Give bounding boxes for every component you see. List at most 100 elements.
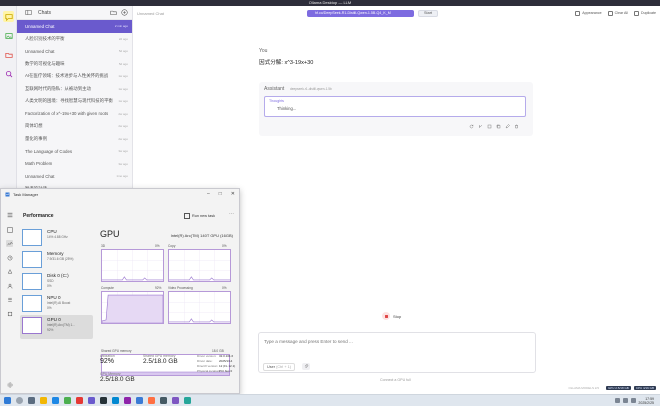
chat-date: 1mo ago (116, 174, 128, 179)
clear-all-button[interactable]: Clear All (608, 11, 628, 16)
chat-date: 2w ago (118, 136, 128, 141)
square-icon (487, 124, 491, 128)
vscode-icon[interactable] (112, 397, 119, 404)
startup-apps-icon[interactable] (6, 268, 13, 275)
battery-icon[interactable] (631, 398, 636, 403)
taskbar-clock[interactable]: 17:59 2025/2/25 (638, 397, 654, 405)
app-icon-grey[interactable] (160, 397, 167, 404)
maximize-button[interactable]: □ (219, 191, 222, 197)
chat-list-item[interactable]: 数学的可视化与趣味 5d ago (17, 58, 132, 71)
search-rail-button[interactable] (3, 68, 14, 79)
run-new-task-button[interactable]: Run new task (184, 213, 215, 219)
app-icon-red[interactable] (76, 397, 83, 404)
device-item[interactable]: Disk 0 (C:) SSD 0% (20, 271, 93, 295)
terminal-icon[interactable] (100, 397, 107, 404)
chrome-icon[interactable] (64, 397, 71, 404)
info-value: PCI bus 0 (219, 369, 233, 373)
chat-date: 2d ago (118, 36, 128, 41)
app-icon-teal[interactable] (184, 397, 191, 404)
files-rail-button[interactable] (3, 49, 14, 60)
app-icon-magenta[interactable] (124, 397, 131, 404)
app-icon-violet[interactable] (172, 397, 179, 404)
app-icon-orange[interactable] (148, 397, 155, 404)
chat-date: 2 min ago (114, 24, 128, 29)
users-icon[interactable] (6, 282, 13, 289)
chat-list-item[interactable]: 互联网时代的隐私：从被动到主动 1w ago (17, 83, 132, 96)
device-thumbnail-graph (22, 317, 42, 334)
trash-icon (514, 124, 518, 128)
more-options-button[interactable]: ⋯ (229, 211, 234, 217)
stop-gen-button[interactable] (486, 123, 492, 129)
chat-rail-button[interactable] (3, 11, 14, 22)
new-chat-button[interactable] (121, 9, 128, 16)
edge-browser-icon[interactable] (52, 397, 59, 404)
file-explorer-icon[interactable] (40, 397, 47, 404)
windows-start-icon[interactable] (4, 397, 11, 404)
branch-button[interactable] (477, 123, 483, 129)
minimize-button[interactable]: – (207, 191, 210, 197)
edit-button[interactable] (504, 123, 510, 129)
message-input[interactable] (259, 333, 535, 351)
device-item[interactable]: NPU 0 Intel(R) AI Boost 0% (20, 293, 93, 317)
plus-icon (121, 9, 128, 16)
task-manager-titlebar[interactable]: Task Manager – □ ✕ (1, 189, 239, 199)
chat-list-item[interactable]: 人脸识别技术的平衡 2d ago (17, 33, 132, 46)
message-composer: User (Ctrl + 1) (258, 332, 536, 373)
task-view-icon[interactable] (28, 397, 35, 404)
engine-graph-label[interactable]: Video Processing (168, 286, 193, 290)
device-item[interactable]: CPU 14% 4.88 GHz (20, 227, 93, 251)
chat-list-item[interactable]: Unnamed Chat 5d ago (17, 45, 132, 58)
chat-list-item[interactable]: 人类文明的困境：寻找智慧与现代科技的平衡 1w ago (17, 95, 132, 108)
close-button[interactable]: ✕ (231, 191, 235, 197)
chat-list-item[interactable]: Math Problem 3w ago (17, 158, 132, 171)
stop-button[interactable]: Stop (382, 312, 401, 320)
engine-graph-label[interactable]: 3D (101, 244, 105, 248)
sidebar-header: Chats (17, 6, 132, 20)
details-icon[interactable] (6, 296, 13, 303)
role-label: User (267, 365, 276, 369)
attach-button[interactable] (302, 363, 310, 370)
chat-list-item[interactable]: 简体幻想 2w ago (17, 120, 132, 133)
engine-graph-label[interactable]: Copy (168, 244, 175, 248)
duplicate-button[interactable]: Duplicate (634, 11, 656, 16)
chat-list-item[interactable]: AI在医疗领域：技术进步与人性关怀的挑战 1w ago (17, 70, 132, 83)
role-selector[interactable]: User (Ctrl + 1) (263, 363, 295, 371)
chat-list-item[interactable]: Unnamed Chat 1mo ago (17, 170, 132, 183)
thoughts-panel[interactable]: Thoughts Thinking... (264, 96, 526, 117)
performance-icon[interactable] (6, 240, 13, 247)
device-item[interactable]: GPU 0 Intel(R) Arc(TM) 1... 92% (20, 315, 93, 339)
current-chat-name[interactable]: Unnamed Chat (137, 11, 307, 16)
thoughts-label: Thoughts (269, 99, 284, 103)
user-message-author: You (259, 48, 268, 54)
chat-title: 数学的可视化与趣味 (25, 60, 65, 66)
services-icon[interactable] (6, 310, 13, 317)
app-icon-purple[interactable] (88, 397, 95, 404)
chat-title: 人脸识别技术的平衡 (25, 35, 65, 41)
engine-graph-label[interactable]: Compute (101, 286, 114, 290)
chat-list-item[interactable]: 量化的事例 2w ago (17, 133, 132, 146)
regenerate-button[interactable] (468, 123, 474, 129)
start-button[interactable]: Start (418, 9, 439, 17)
new-folder-button[interactable] (110, 9, 117, 16)
search-taskbar-icon[interactable] (16, 397, 23, 404)
chat-list-item[interactable]: Unnamed Chat 2 min ago (17, 20, 132, 33)
device-item[interactable]: Memory 7.9/31.6 GB (25%) (20, 249, 93, 273)
info-key: Driver version: (197, 354, 217, 358)
task-manager-taskbar-icon[interactable] (136, 397, 143, 404)
chat-title: Unnamed Chat (25, 173, 55, 179)
device-list: CPU 14% 4.88 GHz Memory 7.9/31.6 GB (25%) Di… (20, 227, 93, 355)
settings-gear-icon[interactable] (6, 381, 13, 388)
chat-list-item[interactable]: The Language of Codes 3w ago (17, 145, 132, 158)
delete-button[interactable] (513, 123, 519, 129)
network-icon[interactable] (615, 398, 620, 403)
appearance-button[interactable]: Appearance (575, 11, 601, 16)
model-selector[interactable]: hf.co/DeepSeek-R1-Distill-Qwen-1.5B-Q4_K… (307, 9, 414, 17)
copy-button[interactable] (495, 123, 501, 129)
hamburger-menu-icon[interactable] (6, 211, 13, 218)
chat-list-item[interactable]: Factorization of x^-19x+30 with given ro… (17, 108, 132, 121)
image-rail-button[interactable] (3, 30, 14, 41)
app-history-icon[interactable] (6, 254, 13, 261)
volume-icon[interactable] (623, 398, 628, 403)
collapse-sidebar-button[interactable] (25, 9, 32, 16)
processes-icon[interactable] (6, 226, 13, 233)
